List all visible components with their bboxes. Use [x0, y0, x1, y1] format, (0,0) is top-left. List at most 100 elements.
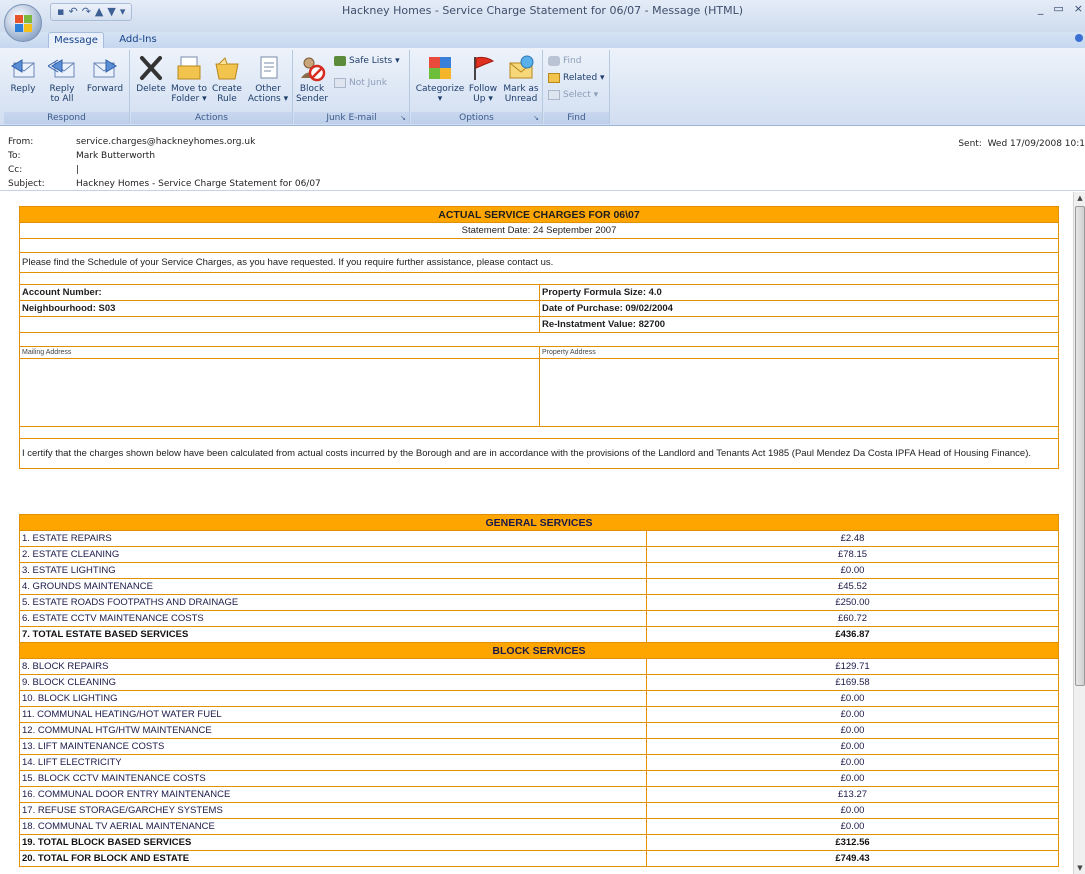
reply-button[interactable]: Reply	[6, 54, 40, 94]
restore-button[interactable]: ▭	[1053, 2, 1063, 15]
charge-amount: £0.00	[646, 722, 1059, 739]
reply-all-button[interactable]: Reply to All	[44, 54, 80, 104]
account-number: Account Number:	[19, 284, 540, 301]
charge-row: 18. COMMUNAL TV AERIAL MAINTENANCE £0.00	[19, 818, 1059, 835]
save-icon[interactable]: ▪	[57, 5, 64, 19]
forward-icon	[93, 59, 117, 78]
date-of-purchase: Date of Purchase: 09/02/2004	[539, 300, 1059, 317]
scroll-up-icon[interactable]: ▲	[1074, 192, 1085, 204]
charge-row: 10. BLOCK LIGHTING £0.00	[19, 690, 1059, 707]
related-button[interactable]: Related ▾	[548, 71, 605, 85]
related-icon	[548, 72, 560, 83]
charge-row: 5. ESTATE ROADS FOOTPATHS AND DRAINAGE £2…	[19, 594, 1059, 611]
categorize-icon	[429, 57, 451, 79]
charge-amount: £250.00	[646, 594, 1059, 611]
other-actions-button[interactable]: Other Actions ▾	[247, 54, 289, 104]
select-button[interactable]: Select ▾	[548, 88, 598, 102]
options-launcher-icon[interactable]: ↘	[533, 114, 539, 122]
charge-label: 13. LIFT MAINTENANCE COSTS	[19, 738, 647, 755]
general-services-rows: 1. ESTATE REPAIRS £2.48 2. ESTATE CLEANING…	[19, 530, 1059, 627]
other-actions-icon	[260, 56, 278, 79]
group-label-respond: Respond	[4, 112, 129, 124]
create-rule-button[interactable]: Create Rule	[211, 54, 243, 104]
block-services-header: BLOCK SERVICES	[19, 642, 1059, 659]
block-sender-button[interactable]: Block Sender	[296, 54, 328, 104]
close-button[interactable]: ×	[1074, 2, 1083, 15]
group-label-actions: Actions	[131, 112, 292, 124]
group-label-options: Options	[411, 112, 542, 124]
grand-total-row: 20. TOTAL FOR BLOCK AND ESTATE £749.43	[19, 850, 1059, 867]
charge-amount: £0.00	[646, 690, 1059, 707]
charge-label: 14. LIFT ELECTRICITY	[19, 754, 647, 771]
undo-icon[interactable]: ↶	[68, 5, 77, 19]
charge-amount: £0.00	[646, 706, 1059, 723]
charge-amount: £0.00	[646, 770, 1059, 787]
charge-label: 17. REFUSE STORAGE/GARCHEY SYSTEMS	[19, 802, 647, 819]
cc-field[interactable]: |	[76, 164, 79, 176]
statement-intro: Please find the Schedule of your Service…	[19, 252, 1059, 273]
charge-label: 11. COMMUNAL HEATING/HOT WATER FUEL	[19, 706, 647, 723]
charge-row: 11. COMMUNAL HEATING/HOT WATER FUEL £0.00	[19, 706, 1059, 723]
follow-up-button[interactable]: Follow Up ▾	[467, 54, 499, 104]
minimize-button[interactable]: _	[1038, 2, 1044, 15]
delete-button[interactable]: Delete	[135, 54, 167, 94]
charges-table: GENERAL SERVICES 1. ESTATE REPAIRS £2.48 2…	[19, 514, 1059, 867]
mark-as-unread-button[interactable]: Mark as Unread	[503, 54, 539, 104]
group-actions: Delete Move to Folder ▾ Create Rule Othe…	[131, 50, 293, 124]
tab-add-ins[interactable]: Add-Ins	[112, 32, 164, 48]
tab-message[interactable]: Message	[48, 32, 104, 48]
group-find: Find Related ▾ Select ▾ Find	[544, 50, 610, 124]
group-label-find: Find	[544, 112, 609, 124]
charge-row: 13. LIFT MAINTENANCE COSTS £0.00	[19, 738, 1059, 755]
customize-toolbar-icon[interactable]: ▾	[120, 5, 126, 19]
property-address-box	[539, 358, 1059, 427]
ribbon-tabs: Message Add-Ins	[0, 32, 1085, 48]
title-bar: Hackney Homes - Service Charge Statement…	[0, 0, 1085, 32]
general-services-header: GENERAL SERVICES	[19, 514, 1059, 531]
select-cursor-icon	[548, 89, 560, 100]
previous-item-icon[interactable]: ▲	[95, 5, 103, 19]
property-formula-size: Property Formula Size: 4.0	[539, 284, 1059, 301]
block-sender-icon	[301, 57, 326, 82]
create-rule-icon	[215, 57, 239, 80]
charge-label: 15. BLOCK CCTV MAINTENANCE COSTS	[19, 770, 647, 787]
charge-row: 9. BLOCK CLEANING £169.58	[19, 674, 1059, 691]
charge-label: 16. COMMUNAL DOOR ENTRY MAINTENANCE	[19, 786, 647, 803]
vertical-scrollbar[interactable]: ▲ ▼	[1073, 192, 1085, 874]
junk-email-launcher-icon[interactable]: ↘	[400, 114, 406, 122]
block-services-rows: 8. BLOCK REPAIRS £129.71 9. BLOCK CLEANING…	[19, 658, 1059, 835]
next-item-icon[interactable]: ▼	[107, 5, 115, 19]
charge-amount: £60.72	[646, 610, 1059, 627]
from-address[interactable]: service.charges@hackneyhomes.org.uk	[76, 136, 255, 148]
redo-icon[interactable]: ↷	[82, 5, 91, 19]
delete-icon	[140, 56, 162, 80]
charge-row: 15. BLOCK CCTV MAINTENANCE COSTS £0.00	[19, 770, 1059, 787]
to-recipient[interactable]: Mark Butterworth	[76, 150, 155, 162]
charge-amount: £129.71	[646, 658, 1059, 675]
charge-label: 18. COMMUNAL TV AERIAL MAINTENANCE	[19, 818, 647, 835]
reinstatement-value: Re-Instatment Value: 82700	[539, 316, 1059, 333]
scroll-down-icon[interactable]: ▼	[1074, 862, 1085, 874]
forward-button[interactable]: Forward	[84, 54, 126, 94]
group-options: Categorize ▾ Follow Up ▾ Mark as Unread O…	[411, 50, 543, 124]
categorize-button[interactable]: Categorize ▾	[415, 54, 465, 104]
move-to-folder-button[interactable]: Move to Folder ▾	[169, 54, 209, 104]
charge-amount: £78.15	[646, 546, 1059, 563]
sent-date: Sent: Wed 17/09/2008 10:1	[958, 139, 1085, 149]
charge-label: 9. BLOCK CLEANING	[19, 674, 647, 691]
message-body[interactable]: ACTUAL SERVICE CHARGES FOR 06\07 Stateme…	[0, 192, 1085, 874]
charge-amount: £0.00	[646, 802, 1059, 819]
charge-amount: £0.00	[646, 818, 1059, 835]
charge-label: 8. BLOCK REPAIRS	[19, 658, 647, 675]
not-junk-button[interactable]: Not Junk	[334, 76, 387, 90]
statement-table: ACTUAL SERVICE CHARGES FOR 06\07 Stateme…	[19, 206, 1059, 469]
block-total-row: 19. TOTAL BLOCK BASED SERVICES £312.56	[19, 834, 1059, 851]
scroll-thumb[interactable]	[1075, 206, 1085, 686]
safe-lists-button[interactable]: Safe Lists ▾	[334, 54, 400, 68]
charge-label: 1. ESTATE REPAIRS	[19, 530, 647, 547]
help-icon[interactable]	[1075, 34, 1083, 42]
charge-row: 12. COMMUNAL HTG/HTW MAINTENANCE £0.00	[19, 722, 1059, 739]
charge-label: 12. COMMUNAL HTG/HTW MAINTENANCE	[19, 722, 647, 739]
find-button[interactable]: Find	[548, 54, 581, 68]
office-button[interactable]	[4, 4, 42, 42]
